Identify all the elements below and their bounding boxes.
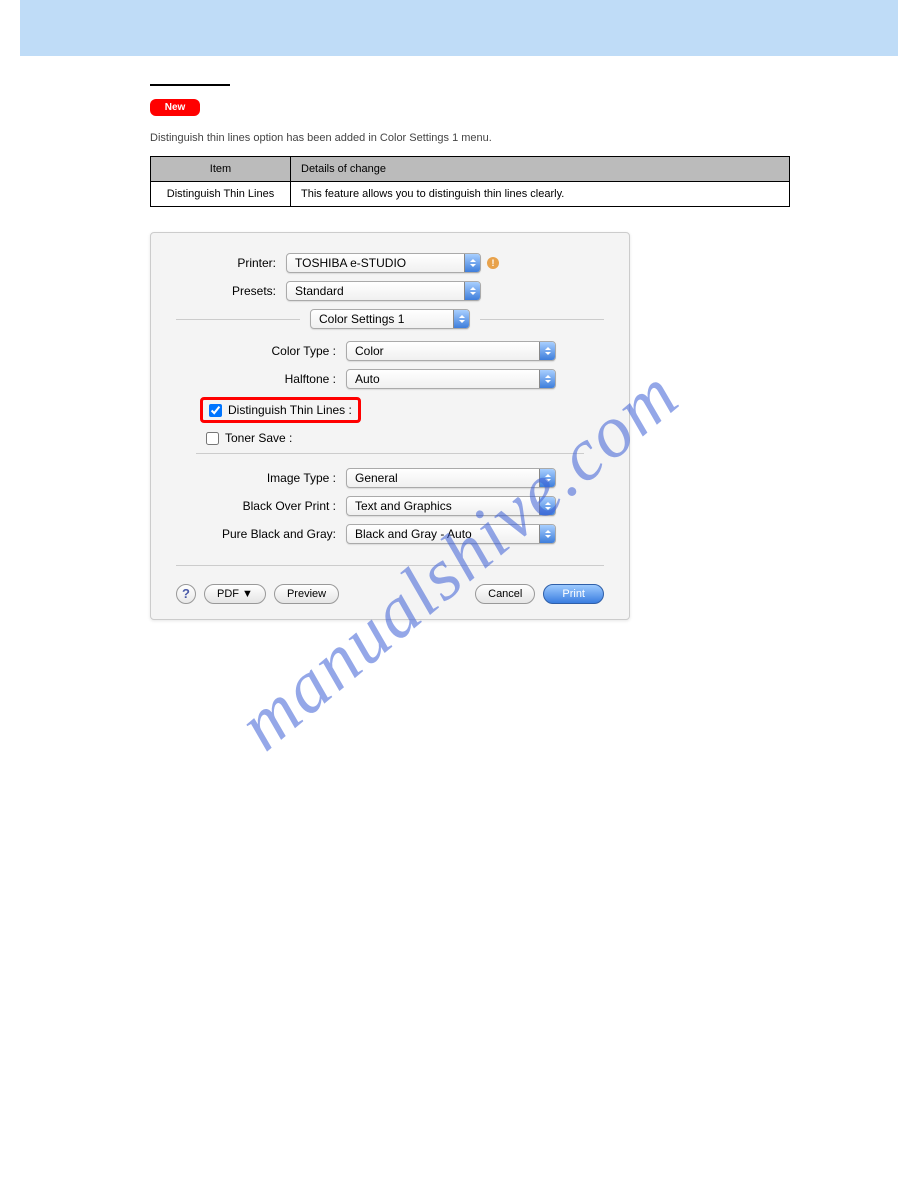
colortype-value: Color: [355, 344, 384, 358]
description-text: Distinguish thin lines option has been a…: [150, 131, 868, 146]
dropdown-icon: [539, 469, 555, 487]
print-dialog: Printer: TOSHIBA e-STUDIO ! Presets: Sta…: [150, 232, 630, 620]
colortype-label: Color Type :: [196, 344, 346, 358]
help-button[interactable]: ?: [176, 584, 196, 604]
colortype-row: Color Type : Color: [196, 341, 584, 361]
pureblackgray-label: Pure Black and Gray:: [196, 527, 346, 541]
dropdown-icon: [539, 497, 555, 515]
dropdown-icon: [539, 525, 555, 543]
section-label: [150, 84, 230, 89]
imagetype-row: Image Type : General: [196, 468, 584, 488]
divider: [196, 453, 584, 454]
blackoverprint-row: Black Over Print : Text and Graphics: [196, 496, 584, 516]
imagetype-value: General: [355, 471, 398, 485]
halftone-select[interactable]: Auto: [346, 369, 556, 389]
divider: [176, 319, 300, 320]
presets-select[interactable]: Standard: [286, 281, 481, 301]
tonersave-checkbox[interactable]: [206, 432, 219, 445]
pureblackgray-value: Black and Gray - Auto: [355, 527, 472, 541]
tonersave-label: Toner Save :: [225, 431, 292, 445]
dropdown-icon: [464, 282, 480, 300]
top-banner: [20, 0, 898, 56]
panel-select-row: Color Settings 1: [176, 309, 604, 329]
color-settings-panel: Color Type : Color Halftone : Auto Disti…: [176, 331, 604, 557]
dialog-footer: ? PDF ▼ Preview Cancel Print: [176, 584, 604, 604]
table-cell-details: This feature allows you to distinguish t…: [291, 182, 790, 207]
preview-button[interactable]: Preview: [274, 584, 339, 604]
imagetype-select[interactable]: General: [346, 468, 556, 488]
printer-select[interactable]: TOSHIBA e-STUDIO: [286, 253, 481, 273]
pdf-button[interactable]: PDF ▼: [204, 584, 266, 604]
dropdown-icon: [464, 254, 480, 272]
page-content: New Distinguish thin lines option has be…: [0, 76, 918, 620]
presets-row: Presets: Standard: [176, 281, 604, 301]
warning-icon: !: [487, 257, 499, 269]
imagetype-label: Image Type :: [196, 471, 346, 485]
section-header: New: [150, 76, 868, 116]
pureblackgray-select[interactable]: Black and Gray - Auto: [346, 524, 556, 544]
presets-value: Standard: [295, 284, 344, 298]
blackoverprint-label: Black Over Print :: [196, 499, 346, 513]
distinguish-row: Distinguish Thin Lines :: [200, 397, 584, 423]
halftone-row: Halftone : Auto: [196, 369, 584, 389]
panel-select[interactable]: Color Settings 1: [310, 309, 470, 329]
halftone-value: Auto: [355, 372, 380, 386]
spec-table: Item Details of change Distinguish Thin …: [150, 156, 790, 207]
print-button[interactable]: Print: [543, 584, 604, 604]
distinguish-label: Distinguish Thin Lines :: [228, 403, 352, 417]
printer-label: Printer:: [176, 256, 286, 270]
table-header-row: Item Details of change: [151, 157, 790, 182]
tonersave-row: Toner Save :: [206, 431, 584, 445]
cancel-button[interactable]: Cancel: [475, 584, 535, 604]
halftone-label: Halftone :: [196, 372, 346, 386]
dropdown-icon: [539, 342, 555, 360]
printer-row: Printer: TOSHIBA e-STUDIO !: [176, 253, 604, 273]
pureblackgray-row: Pure Black and Gray: Black and Gray - Au…: [196, 524, 584, 544]
dropdown-icon: [539, 370, 555, 388]
blackoverprint-select[interactable]: Text and Graphics: [346, 496, 556, 516]
divider: [480, 319, 604, 320]
colortype-select[interactable]: Color: [346, 341, 556, 361]
distinguish-checkbox[interactable]: [209, 404, 222, 417]
highlight-box: Distinguish Thin Lines :: [200, 397, 361, 423]
table-cell-item: Distinguish Thin Lines: [151, 182, 291, 207]
table-header-details: Details of change: [291, 157, 790, 182]
table-row: Distinguish Thin Lines This feature allo…: [151, 182, 790, 207]
new-badge: New: [150, 99, 200, 116]
panel-value: Color Settings 1: [319, 312, 404, 326]
presets-label: Presets:: [176, 284, 286, 298]
table-header-item: Item: [151, 157, 291, 182]
blackoverprint-value: Text and Graphics: [355, 499, 452, 513]
dropdown-icon: [453, 310, 469, 328]
printer-value: TOSHIBA e-STUDIO: [295, 256, 406, 270]
divider: [176, 565, 604, 566]
